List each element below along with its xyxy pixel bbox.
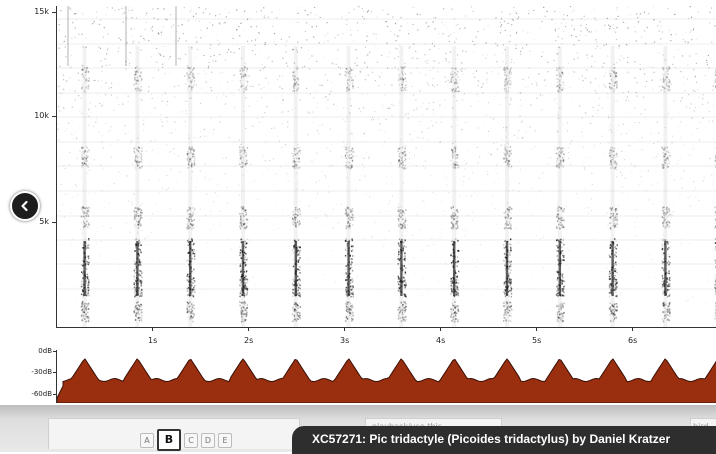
call-mark xyxy=(609,46,618,327)
y-tick xyxy=(52,222,56,223)
call-mark xyxy=(81,46,90,327)
db-tick-label-30: -30dB xyxy=(2,368,52,376)
call-mark xyxy=(556,46,565,327)
db-tick-label-60: -60dB xyxy=(2,390,52,398)
call-mark xyxy=(133,46,142,327)
y-tick xyxy=(52,12,56,13)
tab-e[interactable]: E xyxy=(218,433,232,448)
tab-a[interactable]: A xyxy=(140,433,154,448)
x-tick xyxy=(536,327,537,331)
call-mark xyxy=(450,46,459,327)
spectrogram-image xyxy=(57,6,716,327)
noise-streak xyxy=(125,6,127,66)
db-tick-label-0: 0dB xyxy=(2,347,52,355)
tab-b[interactable]: B xyxy=(157,429,181,451)
x-tick xyxy=(248,327,249,331)
y-tick xyxy=(52,116,56,117)
noise-streak xyxy=(175,6,177,66)
noise-streak xyxy=(67,6,69,66)
call-mark xyxy=(292,46,301,327)
call-mark xyxy=(661,46,670,327)
x-tick-label-6s: 6s xyxy=(628,336,637,345)
view-tabs: A B C D E xyxy=(140,429,232,451)
x-tick-label-2s: 2s xyxy=(244,336,253,345)
recording-caption: XC57271: Pic tridactyle (Picoides tridac… xyxy=(292,426,716,454)
call-mark xyxy=(503,46,512,327)
previous-button[interactable] xyxy=(10,191,40,221)
x-tick-label-3s: 3s xyxy=(340,336,349,345)
x-tick xyxy=(152,327,153,331)
y-tick-label-15k: 15k xyxy=(19,7,49,16)
waveform-fill xyxy=(57,359,716,403)
call-mark xyxy=(397,46,406,327)
tab-c[interactable]: C xyxy=(184,433,198,448)
spectrogram-plot[interactable] xyxy=(56,6,716,328)
x-tick xyxy=(440,327,441,331)
waveform-plot[interactable] xyxy=(56,350,716,403)
y-tick-label-10k: 10k xyxy=(19,111,49,120)
x-tick-label-5s: 5s xyxy=(532,336,541,345)
call-mark xyxy=(186,46,195,327)
x-tick xyxy=(632,327,633,331)
call-mark xyxy=(239,46,248,327)
x-tick xyxy=(344,327,345,331)
waveform-envelope xyxy=(57,350,716,403)
tab-d[interactable]: D xyxy=(201,433,215,448)
x-tick-label-4s: 4s xyxy=(436,336,445,345)
x-tick-label-1s: 1s xyxy=(148,336,157,345)
call-mark xyxy=(345,46,354,327)
chevron-left-icon xyxy=(19,200,31,212)
